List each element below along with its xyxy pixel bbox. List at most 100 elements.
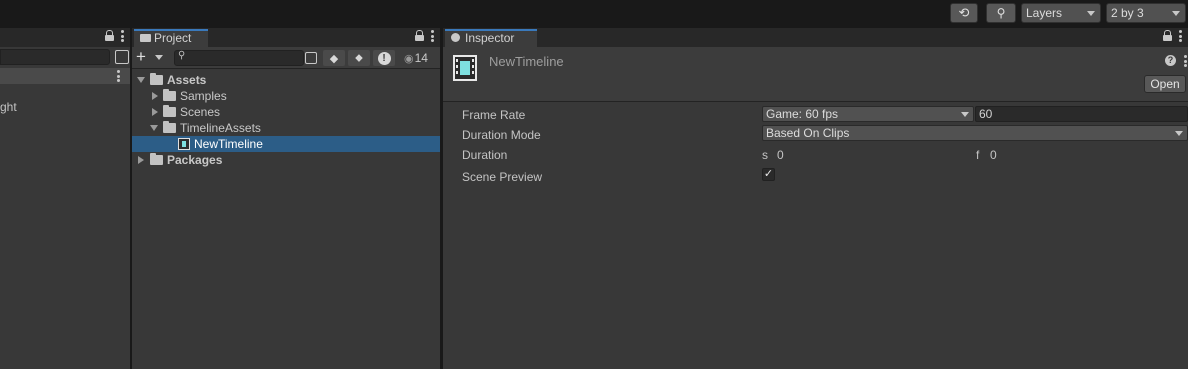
search-by-type-button[interactable] (302, 50, 320, 66)
project-tree: Assets Samples Scenes TimelineAssets New… (132, 72, 440, 168)
tab-inspector-label: Inspector (465, 31, 515, 45)
frame-rate-option: Game: 60 fps (766, 107, 839, 121)
plus-icon: + (136, 47, 146, 66)
tree-item-label: Assets (167, 73, 207, 87)
folder-icon (150, 153, 163, 165)
tree-item-assets[interactable]: Assets (132, 72, 440, 88)
more-options-icon[interactable] (121, 30, 124, 42)
hidden-packages-toggle[interactable]: ◉14 (404, 50, 428, 66)
expand-arrow-icon[interactable] (152, 108, 158, 116)
tree-item-label: Scenes (180, 105, 221, 119)
filter-by-log-type-button[interactable]: ! (373, 50, 395, 66)
duration-frames-value[interactable]: 0 (990, 148, 997, 162)
tree-item-label: TimelineAssets (180, 121, 261, 135)
search-icon: ⚲ (996, 6, 1006, 20)
scene-header[interactable] (0, 68, 130, 84)
layers-dropdown-label: Layers (1026, 6, 1063, 20)
layout-dropdown-label: 2 by 3 (1111, 6, 1144, 20)
history-icon: ⟲ (958, 5, 970, 20)
folder-icon (163, 89, 176, 101)
hierarchy-item[interactable]: ght (0, 100, 17, 114)
folder-open-icon (150, 73, 163, 85)
layers-dropdown[interactable]: Layers (1021, 3, 1101, 23)
history-button[interactable]: ⟲ (950, 3, 978, 23)
chevron-down-icon (1087, 11, 1095, 16)
tag-icon: ⬥ (355, 51, 363, 64)
chevron-down-icon (961, 112, 969, 117)
frame-rate-label: Frame Rate (462, 108, 526, 122)
lock-icon[interactable] (105, 30, 114, 41)
eye-icon: ◉ (404, 53, 414, 65)
duration-mode-label: Duration Mode (462, 128, 541, 142)
hierarchy-tabbar (0, 28, 130, 47)
tab-project[interactable]: Project (134, 29, 208, 47)
duration-seconds-value[interactable]: 0 (777, 148, 784, 162)
warning-icon: ! (377, 51, 391, 65)
duration-seconds-label: s (762, 148, 768, 162)
create-button[interactable]: + (136, 48, 166, 66)
folder-open-icon (163, 121, 176, 133)
layout-dropdown[interactable]: 2 by 3 (1106, 3, 1186, 23)
frame-rate-dropdown[interactable]: Game: 60 fps (762, 106, 974, 122)
scene-preview-checkbox[interactable]: ✓ (762, 168, 775, 181)
expand-arrow-icon[interactable] (150, 125, 158, 131)
duration-frames-label: f (976, 148, 980, 162)
scene-options-icon[interactable] (117, 70, 120, 82)
search-button[interactable]: ⚲ (986, 3, 1016, 23)
search-by-type-icon[interactable] (115, 50, 129, 64)
checkmark-icon: ✓ (763, 168, 774, 180)
expand-arrow-icon[interactable] (138, 156, 144, 164)
tree-item-samples[interactable]: Samples (132, 88, 440, 104)
expand-arrow-icon[interactable] (152, 92, 158, 100)
chevron-down-icon (155, 55, 163, 60)
search-by-type-icon (305, 52, 317, 64)
lock-icon[interactable] (1163, 30, 1172, 41)
main-toolbar: ⟲ ⚲ Layers 2 by 3 (0, 0, 1188, 27)
more-options-icon[interactable] (431, 30, 434, 42)
project-search-input[interactable]: ⚲ (174, 50, 304, 66)
chevron-down-icon (1175, 131, 1183, 136)
project-tab-icons (415, 30, 434, 42)
tree-item-timelineassets[interactable]: TimelineAssets (132, 120, 440, 136)
project-panel: Project + ⚲ ◆ ⬥ ! ◉14 Assets Samples Sce… (132, 28, 440, 369)
hierarchy-search-input[interactable] (0, 49, 129, 65)
timeline-icon (178, 138, 190, 150)
tree-item-newtimeline[interactable]: NewTimeline (132, 136, 440, 152)
project-tabbar: Project (132, 28, 440, 47)
tree-item-label: Packages (167, 153, 223, 167)
duration-mode-option: Based On Clips (766, 126, 850, 140)
timeline-asset-icon (453, 55, 477, 81)
tree-item-scenes[interactable]: Scenes (132, 104, 440, 120)
hidden-count: 14 (414, 51, 428, 65)
expand-arrow-icon[interactable] (137, 77, 145, 83)
folder-icon (163, 105, 176, 117)
inspector-header: NewTimeline ? Open (443, 47, 1188, 102)
asset-name: NewTimeline (489, 54, 564, 69)
help-icon[interactable]: ? (1165, 55, 1176, 66)
shapes-icon: ◆ (329, 52, 339, 65)
project-toolbar: + ⚲ ◆ ⬥ ! ◉14 (132, 47, 440, 69)
scene-preview-label: Scene Preview (462, 170, 543, 184)
inspector-panel: Inspector NewTimeline ? Open Frame Rate … (443, 28, 1188, 369)
lock-icon[interactable] (415, 30, 424, 41)
inspector-tab-icons (1163, 30, 1182, 42)
tree-item-packages[interactable]: Packages (132, 152, 440, 168)
folder-icon (140, 34, 151, 42)
duration-mode-dropdown[interactable]: Based On Clips (762, 125, 1188, 141)
more-options-icon[interactable] (1179, 30, 1182, 42)
tab-inspector[interactable]: Inspector (445, 29, 537, 47)
hierarchy-panel: ght (0, 28, 130, 369)
chevron-down-icon (1172, 11, 1180, 16)
tab-project-label: Project (154, 31, 192, 45)
tree-item-label: Samples (180, 89, 227, 103)
open-button[interactable]: Open (1144, 75, 1186, 93)
hierarchy-tab-icons (105, 30, 124, 42)
filter-by-type-button[interactable]: ◆ (323, 50, 345, 66)
inspector-tabbar: Inspector (443, 28, 1188, 47)
filter-by-label-button[interactable]: ⬥ (348, 50, 370, 66)
more-options-icon[interactable] (1184, 55, 1187, 67)
tree-item-label: NewTimeline (194, 137, 263, 151)
info-icon (451, 33, 460, 42)
duration-label: Duration (462, 148, 508, 162)
frame-rate-field[interactable]: 60 (975, 106, 1188, 122)
